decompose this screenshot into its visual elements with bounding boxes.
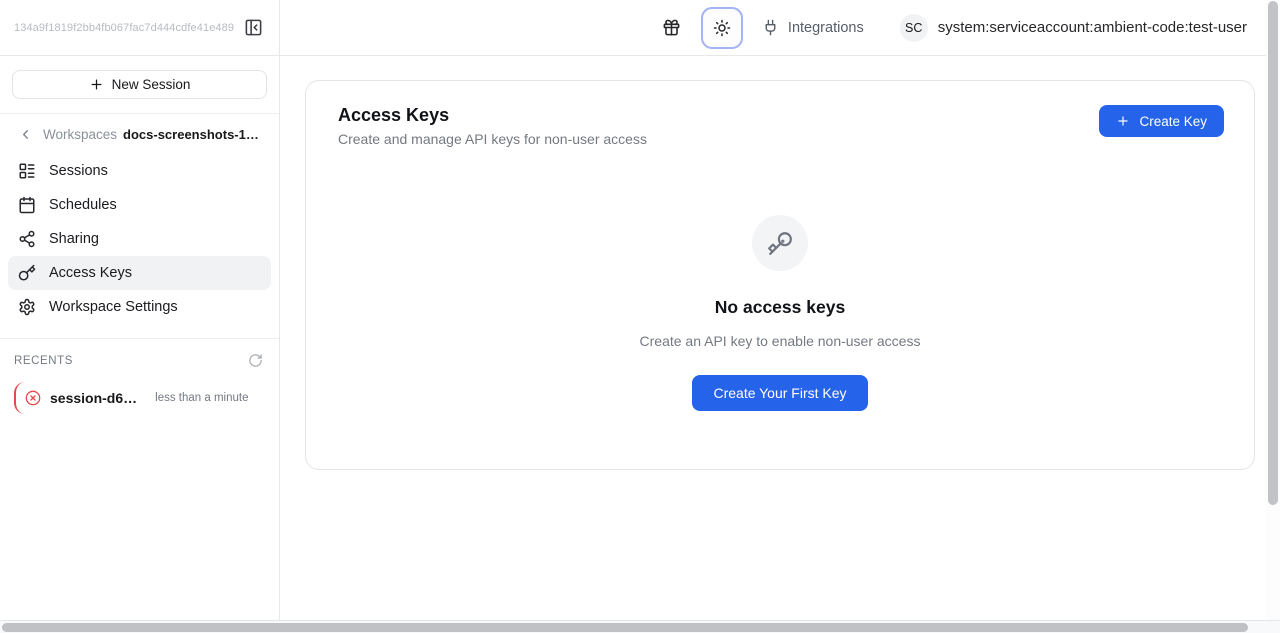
- plug-icon: [762, 19, 779, 36]
- access-keys-card: Access Keys Create and manage API keys f…: [305, 80, 1255, 470]
- key-icon: [18, 264, 36, 282]
- calendar-icon: [18, 196, 36, 214]
- recent-session-time: less than a minute: [155, 392, 248, 404]
- sidebar-item-label: Workspace Settings: [49, 299, 178, 315]
- username: system:serviceaccount:ambient-code:test-…: [938, 19, 1247, 36]
- sun-icon: [713, 19, 731, 37]
- empty-state-heading: No access keys: [715, 297, 845, 318]
- recents-title: RECENTS: [14, 355, 73, 367]
- sidebar-item-label: Schedules: [49, 197, 117, 213]
- theme-toggle-button[interactable]: [701, 7, 743, 49]
- main-column: Integrations SC system:serviceaccount:am…: [280, 0, 1280, 620]
- create-key-label: Create Key: [1139, 114, 1207, 129]
- sidebar-item-schedules[interactable]: Schedules: [8, 188, 271, 222]
- sidebar: 134a9f1819f2bb4fb067fac7d444cdfe41e48978…: [0, 0, 280, 620]
- sidebar-item-access-keys[interactable]: Access Keys: [8, 256, 271, 290]
- card-header-text: Access Keys Create and manage API keys f…: [338, 105, 647, 147]
- integrations-label: Integrations: [788, 20, 864, 36]
- sidebar-item-label: Sharing: [49, 231, 99, 247]
- horizontal-scrollbar-track[interactable]: [0, 620, 1280, 633]
- app-layout: 134a9f1819f2bb4fb067fac7d444cdfe41e48978…: [0, 0, 1280, 620]
- empty-state: No access keys Create an API key to enab…: [306, 215, 1254, 411]
- new-session-button[interactable]: New Session: [12, 70, 267, 99]
- sidebar-nav: Sessions Schedules Sharing: [0, 150, 279, 328]
- chevron-left-icon[interactable]: [18, 127, 33, 142]
- breadcrumb-workspaces-link[interactable]: Workspaces: [43, 127, 117, 142]
- share-icon: [18, 230, 36, 248]
- recent-session-name: session-d6…: [50, 390, 137, 406]
- sidebar-item-sessions[interactable]: Sessions: [8, 154, 271, 188]
- avatar-initials: SC: [905, 21, 922, 35]
- vertical-scrollbar-track[interactable]: [1266, 0, 1280, 620]
- refresh-icon: [248, 353, 263, 368]
- layout-list-icon: [18, 162, 36, 180]
- new-session-container: New Session: [0, 56, 279, 114]
- page-subtitle: Create and manage API keys for non-user …: [338, 131, 647, 147]
- topbar: Integrations SC system:serviceaccount:am…: [280, 0, 1280, 56]
- key-icon: [767, 230, 793, 256]
- new-session-label: New Session: [112, 77, 191, 92]
- avatar[interactable]: SC: [900, 14, 928, 42]
- create-first-key-label: Create Your First Key: [713, 385, 846, 401]
- create-first-key-button[interactable]: Create Your First Key: [692, 375, 867, 411]
- horizontal-scrollbar-thumb[interactable]: [2, 623, 1248, 632]
- error-circle-x-icon: [25, 390, 41, 406]
- workspace-hash: 134a9f1819f2bb4fb067fac7d444cdfe41e48978: [14, 22, 234, 34]
- gear-icon: [18, 298, 36, 316]
- vertical-scrollbar-thumb[interactable]: [1268, 1, 1278, 505]
- breadcrumb-current-workspace: docs-screenshots-17…: [123, 127, 263, 142]
- recents-section: RECENTS session-d6… less than a minute: [0, 338, 279, 414]
- refresh-button[interactable]: [246, 351, 265, 370]
- sidebar-item-label: Sessions: [49, 163, 108, 179]
- sidebar-item-sharing[interactable]: Sharing: [8, 222, 271, 256]
- breadcrumb: Workspaces docs-screenshots-17…: [0, 114, 279, 150]
- create-key-button[interactable]: Create Key: [1099, 105, 1224, 137]
- gift-button[interactable]: [660, 16, 683, 39]
- plus-icon: [89, 77, 104, 92]
- main-content: Access Keys Create and manage API keys f…: [280, 56, 1280, 620]
- empty-state-description: Create an API key to enable non-user acc…: [640, 333, 921, 349]
- recents-header: RECENTS: [12, 349, 267, 372]
- gift-icon: [662, 18, 681, 37]
- sidebar-item-workspace-settings[interactable]: Workspace Settings: [8, 290, 271, 324]
- sidebar-header: 134a9f1819f2bb4fb067fac7d444cdfe41e48978: [0, 0, 279, 56]
- sidebar-item-label: Access Keys: [49, 265, 132, 281]
- panel-left-close-icon: [244, 18, 263, 37]
- plus-icon: [1116, 114, 1130, 128]
- page-title: Access Keys: [338, 105, 647, 126]
- card-header: Access Keys Create and manage API keys f…: [306, 81, 1254, 147]
- key-icon-circle: [752, 215, 808, 271]
- integrations-button[interactable]: Integrations: [762, 19, 864, 36]
- sidebar-collapse-button[interactable]: [242, 16, 265, 39]
- recent-session-item[interactable]: session-d6… less than a minute: [14, 382, 267, 414]
